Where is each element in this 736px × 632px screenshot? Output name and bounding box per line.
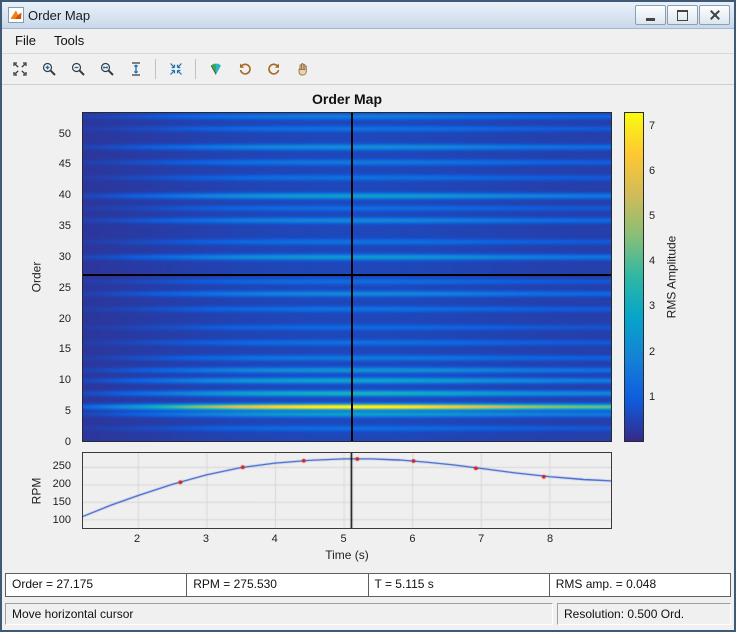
order-tick-label: 25 <box>58 281 71 294</box>
order-axis-ticks: 0 5 10 15 20 25 30 35 40 45 50 <box>2 112 78 448</box>
time-tick-label: 7 <box>478 533 485 545</box>
time-tick-label: 2 <box>134 533 141 545</box>
plot-title: Order Map <box>311 91 382 107</box>
rpm-axis-ticks: 100 150 200 250 <box>2 452 78 529</box>
zoom-in-button[interactable] <box>35 56 62 83</box>
menubar: File Tools <box>2 29 734 54</box>
pan-hand-icon <box>298 63 307 76</box>
colormap-button[interactable] <box>202 56 229 83</box>
time-tick-label: 4 <box>271 533 278 545</box>
zoom-out-icon <box>71 62 85 76</box>
order-readout: Order = 27.175 <box>5 573 188 597</box>
matlab-figure-icon <box>8 7 24 23</box>
close-button[interactable] <box>699 5 730 25</box>
colormap-fan-icon <box>210 63 221 75</box>
rpm-tick-label: 100 <box>52 514 71 527</box>
window-controls <box>635 5 730 25</box>
time-tick-label: 5 <box>340 533 347 545</box>
time-tick-label: 3 <box>202 533 209 545</box>
toolbar-separator <box>195 59 196 79</box>
menu-tools[interactable]: Tools <box>45 29 93 53</box>
order-map-canvas[interactable] <box>83 113 611 441</box>
rpm-tick-label: 150 <box>52 496 71 509</box>
close-icon <box>710 10 720 20</box>
status-message: Move horizontal cursor <box>5 603 553 625</box>
order-cursor-line[interactable] <box>83 274 611 277</box>
order-tick-label: 30 <box>58 250 71 263</box>
time-tick-label: 8 <box>546 533 554 545</box>
colorbar-ticks: 1 2 3 4 5 6 7 <box>647 112 663 442</box>
rpm-readout: RPM = 275.530 <box>186 573 369 597</box>
restore-view-button[interactable] <box>162 56 189 83</box>
readout-bar: Order = 27.175 RPM = 275.530 T = 5.115 s… <box>5 573 731 597</box>
order-tick-label: 15 <box>58 343 71 356</box>
time-axis-label: Time (s) <box>325 548 369 562</box>
fit-y-button[interactable] <box>122 56 149 83</box>
undo-view-button[interactable] <box>231 56 258 83</box>
colorbar-tick-label: 2 <box>649 345 656 358</box>
colorbar-tick-label: 1 <box>649 390 656 403</box>
colorbar-tick-label: 7 <box>649 119 656 132</box>
minimize-icon <box>646 17 655 21</box>
maximize-axes-button[interactable] <box>6 56 33 83</box>
maximize-icon <box>677 9 688 21</box>
colorbar-tick-label: 5 <box>649 209 656 222</box>
order-map-window: Order Map File Tools Order Map Order 0 5… <box>0 0 736 632</box>
redo-arrow-icon <box>267 63 279 75</box>
pan-button[interactable] <box>289 56 316 83</box>
time-cursor-line[interactable] <box>351 113 354 441</box>
order-tick-label: 10 <box>58 374 71 387</box>
rms-readout: RMS amp. = 0.048 <box>548 573 731 597</box>
resolution-readout: Resolution: 0.500 Ord. <box>557 603 731 625</box>
colorbar-label: RMS Amplitude <box>664 235 679 319</box>
colorbar-tick-label: 4 <box>649 255 656 268</box>
colorbar[interactable] <box>624 112 644 442</box>
order-tick-label: 35 <box>58 220 71 233</box>
fit-y-icon <box>131 62 140 76</box>
toolbar-separator <box>155 59 156 79</box>
zoom-in-icon <box>42 62 56 76</box>
minimize-button[interactable] <box>635 5 666 25</box>
rpm-canvas[interactable] <box>83 453 611 528</box>
zoom-x-icon <box>100 62 114 76</box>
order-map-plot[interactable] <box>82 112 612 442</box>
menu-file[interactable]: File <box>6 29 45 53</box>
expand-arrows-icon <box>12 62 27 76</box>
zoom-out-button[interactable] <box>64 56 91 83</box>
order-tick-label: 40 <box>58 189 71 202</box>
order-tick-label: 0 <box>64 436 71 448</box>
order-tick-label: 20 <box>58 312 71 325</box>
colorbar-tick-label: 6 <box>649 164 656 177</box>
time-tick-label: 6 <box>409 533 416 545</box>
maximize-button[interactable] <box>667 5 698 25</box>
time-readout: T = 5.115 s <box>367 573 550 597</box>
rpm-tick-label: 250 <box>52 460 71 473</box>
colorbar-tick-label: 3 <box>649 300 656 313</box>
order-tick-label: 45 <box>58 158 71 171</box>
undo-arrow-icon <box>239 63 251 75</box>
rpm-tick-label: 200 <box>52 478 71 491</box>
window-title: Order Map <box>28 7 91 23</box>
toolbar <box>2 54 734 85</box>
statusbar: Move horizontal cursor Resolution: 0.500… <box>2 598 734 630</box>
rpm-plot[interactable] <box>82 452 612 529</box>
order-tick-label: 5 <box>64 405 71 418</box>
time-axis-ticks: 2 3 4 5 6 7 8 <box>82 532 612 546</box>
figure-area: Order Map Order 0 5 10 15 20 25 30 35 40 45 50 123… <box>2 85 734 571</box>
restore-view-icon <box>169 63 182 75</box>
zoom-x-button[interactable] <box>93 56 120 83</box>
titlebar[interactable]: Order Map <box>2 2 734 29</box>
order-tick-label: 50 <box>58 127 71 140</box>
redo-view-button[interactable] <box>260 56 287 83</box>
